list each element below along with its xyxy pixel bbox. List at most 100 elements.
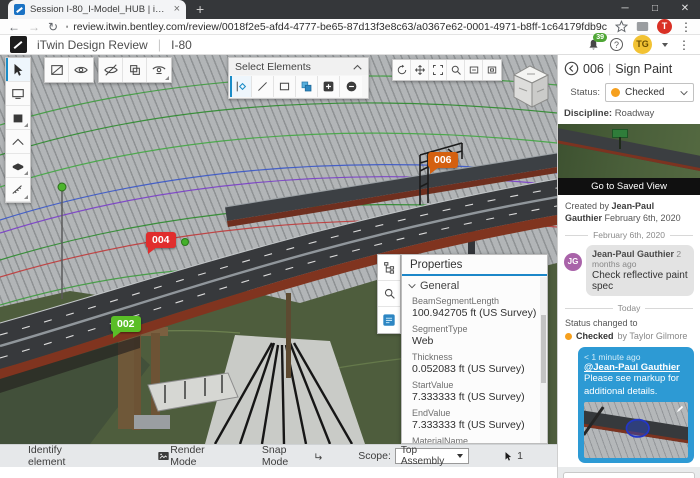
chevron-down-icon — [408, 283, 416, 289]
new-tab-button[interactable]: + — [196, 4, 204, 15]
status-select[interactable]: Checked — [605, 83, 694, 102]
app-title: iTwin Design Review — [37, 38, 148, 52]
section-tool-button[interactable] — [45, 58, 69, 82]
render-mode-indicator[interactable]: Render Mode — [170, 444, 228, 468]
issue-marker-004[interactable]: 004 — [146, 232, 176, 248]
remove-selection-button[interactable] — [340, 76, 362, 97]
isolate-elements-button[interactable] — [123, 58, 147, 82]
visibility-toolbar — [98, 57, 172, 83]
browser-profile-avatar[interactable]: T — [657, 19, 672, 34]
markup-image[interactable] — [584, 402, 688, 458]
issue-id: 006 — [583, 62, 604, 76]
model-viewport[interactable]: Select Elements — [0, 55, 557, 444]
notifications-button[interactable]: 39 — [587, 38, 600, 52]
bookmark-star-icon[interactable] — [615, 20, 628, 33]
status-label: Status: — [564, 87, 600, 98]
issue-marker-006[interactable]: 006 — [428, 152, 458, 168]
reload-icon[interactable]: ↻ — [48, 21, 58, 33]
pen-icon — [675, 404, 685, 414]
status-row: Status: Checked — [558, 80, 700, 105]
properties-scrollbar[interactable] — [540, 277, 547, 443]
close-icon[interactable]: ✕ — [670, 0, 700, 20]
back-icon[interactable] — [564, 61, 579, 76]
address-bar[interactable]: review.itwin.bentley.com/review/0018f2e5… — [66, 21, 607, 33]
browser-extension-icon[interactable] — [636, 21, 649, 32]
surface-tool-button[interactable] — [6, 130, 30, 154]
back-icon[interactable]: ← — [8, 21, 20, 33]
widget-rail — [377, 254, 401, 334]
marker-label: 002 — [117, 318, 135, 330]
previous-view-button[interactable] — [465, 60, 483, 80]
itwin-logo-icon[interactable] — [10, 36, 27, 53]
avatar: JG — [564, 253, 582, 271]
properties-panel: Properties General BeamSegmentLength100.… — [401, 254, 548, 444]
add-selection-button[interactable] — [318, 76, 340, 97]
pick-select-button[interactable] — [230, 76, 252, 97]
section-toolbar — [44, 57, 94, 83]
roof-icon — [13, 139, 24, 144]
emphasize-elements-button[interactable] — [147, 58, 171, 82]
minimize-icon[interactable]: ─ — [610, 0, 640, 20]
orbit-button[interactable] — [393, 60, 411, 80]
replace-selection-button[interactable] — [296, 76, 318, 97]
view-cube[interactable] — [506, 61, 554, 113]
property-field: SegmentTypeWeb — [402, 322, 547, 350]
issue-panel: 006 | Sign Paint Status: Checked Discipl… — [557, 55, 700, 478]
window-controls: ─ □ ✕ — [610, 0, 700, 20]
measure-tool-button[interactable] — [6, 178, 30, 202]
zoom-window-button[interactable] — [447, 60, 465, 80]
header-divider: | — [158, 37, 161, 52]
monitor-icon — [13, 89, 24, 96]
tab-title: Session I-80_I-Model_HUB | iTwi — [30, 4, 169, 15]
forward-icon[interactable]: → — [28, 21, 40, 33]
next-view-button[interactable] — [483, 60, 501, 80]
discipline-row: Discipline: Roadway — [558, 105, 700, 124]
go-to-saved-view-button[interactable]: Go to Saved View — [558, 178, 700, 195]
property-field: EndValue7.333333 ft (US Survey) — [402, 406, 547, 434]
show-elements-button[interactable] — [69, 58, 93, 82]
tab-close-icon[interactable]: × — [174, 4, 180, 15]
marker-label: 006 — [434, 154, 452, 166]
select-tool-button[interactable] — [6, 58, 30, 82]
app-menu-icon[interactable]: ⋮ — [678, 38, 690, 52]
slab-tool-button[interactable] — [6, 154, 30, 178]
marker-label: 004 — [152, 234, 170, 246]
snap-mode-indicator[interactable]: Snap Mode — [262, 444, 324, 468]
solid-tool-button[interactable] — [6, 106, 30, 130]
help-icon[interactable]: ? — [610, 38, 623, 51]
snapshot-button[interactable] — [157, 450, 170, 462]
browser-tab[interactable]: Session I-80_I-Model_HUB | iTwi × — [8, 0, 186, 19]
saved-view-image[interactable] — [558, 124, 700, 178]
fit-view-button[interactable] — [429, 60, 447, 80]
issue-marker-002[interactable]: 002 — [111, 316, 141, 332]
user-menu-caret-icon[interactable] — [662, 43, 668, 47]
pan-button[interactable] — [411, 60, 429, 80]
status-dot — [565, 333, 572, 340]
browser-window: Session I-80_I-Model_HUB | iTwi × + ─ □ … — [0, 0, 700, 478]
status-bar: Identify element Render Mode Snap Mode S… — [0, 444, 557, 467]
maximize-icon[interactable]: □ — [640, 0, 670, 20]
scope-label: Scope: — [358, 450, 391, 462]
scrollbar-thumb[interactable] — [541, 315, 546, 383]
properties-section-general[interactable]: General — [402, 276, 547, 294]
user-avatar[interactable]: TG — [633, 35, 652, 54]
properties-tab[interactable] — [378, 307, 400, 333]
mention-link[interactable]: @Jean-Paul Gauthier — [584, 362, 680, 373]
properties-title[interactable]: Properties — [402, 255, 547, 276]
search-tab[interactable] — [378, 281, 400, 307]
project-name[interactable]: I-80 — [171, 38, 577, 52]
cube-icon — [14, 114, 23, 122]
browser-menu-icon[interactable]: ⋮ — [680, 20, 692, 34]
snap-mode-icon — [314, 451, 324, 462]
scope-select[interactable]: Top Assembly — [395, 448, 469, 464]
comment-bubble: Jean-Paul Gauthier 2 months ago Check re… — [586, 245, 694, 296]
comment-item-own: < 1 minute ago @Jean-Paul Gauthier Pleas… — [578, 347, 694, 463]
comment-box: Add your comment — [563, 472, 695, 478]
display-tool-button[interactable] — [6, 82, 30, 106]
line-select-button[interactable] — [252, 76, 274, 97]
hide-elements-button[interactable] — [99, 58, 123, 82]
collapse-chevron-icon[interactable] — [353, 64, 362, 70]
model-tree-tab[interactable] — [378, 255, 400, 281]
selection-count: 1 — [503, 450, 523, 462]
box-select-button[interactable] — [274, 76, 296, 97]
